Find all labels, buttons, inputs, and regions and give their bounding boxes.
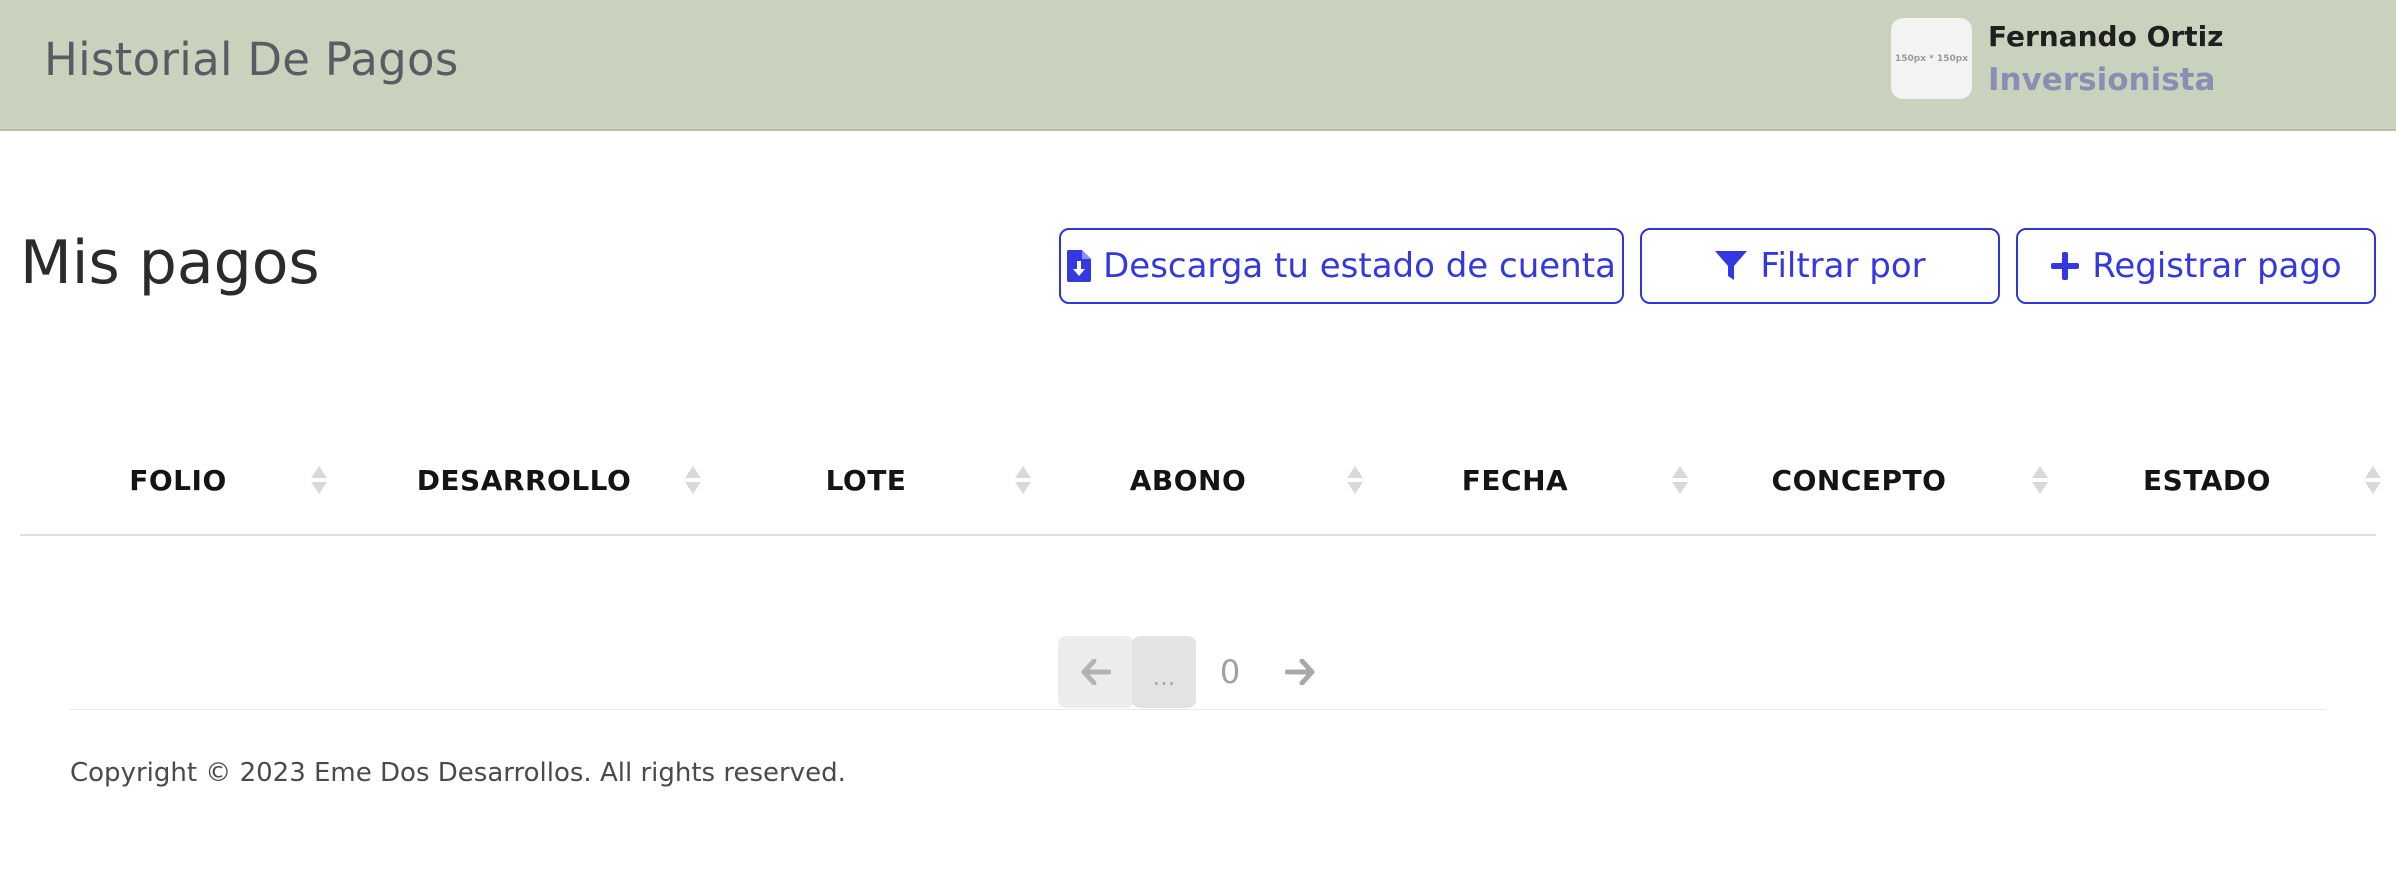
pagination-page-number[interactable]: 0 xyxy=(1212,636,1248,708)
column-label: ESTADO xyxy=(2143,463,2271,497)
column-header-fecha[interactable]: FECHA xyxy=(1360,450,1700,510)
pagination-ellipsis[interactable]: ... xyxy=(1132,636,1196,708)
sort-icon[interactable] xyxy=(1671,464,1689,496)
top-header: Historial De Pagos 150px * 150px Fernand… xyxy=(0,0,2396,131)
user-name: Fernando Ortiz xyxy=(1988,20,2224,53)
column-label: CONCEPTO xyxy=(1771,463,1947,497)
sort-icon[interactable] xyxy=(2364,464,2382,496)
user-role: Inversionista xyxy=(1988,62,2216,98)
column-header-concepto[interactable]: CONCEPTO xyxy=(1700,450,2048,510)
plus-icon xyxy=(2051,252,2080,280)
download-statement-button[interactable]: Descarga tu estado de cuenta xyxy=(1059,228,1624,304)
column-header-desarrollo[interactable]: DESARROLLO xyxy=(340,450,701,510)
arrow-left-icon xyxy=(1081,659,1111,685)
section-title: Mis pagos xyxy=(20,228,320,298)
column-header-folio[interactable]: FOLIO xyxy=(20,450,340,510)
column-label: DESARROLLO xyxy=(416,463,632,497)
avatar[interactable]: 150px * 150px xyxy=(1891,18,1972,99)
file-download-icon xyxy=(1067,250,1092,282)
footer-divider xyxy=(70,709,2326,710)
column-header-abono[interactable]: ABONO xyxy=(1020,450,1363,510)
filter-label: Filtrar por xyxy=(1760,246,1926,286)
filter-button[interactable]: Filtrar por xyxy=(1640,228,2000,304)
column-label: ABONO xyxy=(1129,463,1247,497)
funnel-icon xyxy=(1715,251,1748,280)
register-payment-button[interactable]: Registrar pago xyxy=(2016,228,2376,304)
download-statement-label: Descarga tu estado de cuenta xyxy=(1103,246,1616,286)
column-header-lote[interactable]: LOTE xyxy=(680,450,1031,510)
page-title: Historial De Pagos xyxy=(44,33,459,86)
column-label: FOLIO xyxy=(129,463,227,497)
pagination-next-button[interactable] xyxy=(1272,636,1328,708)
register-payment-label: Registrar pago xyxy=(2092,246,2342,286)
copyright-text: Copyright © 2023 Eme Dos Desarrollos. Al… xyxy=(70,758,846,788)
table-header: FOLIO DESARROLLO LOTE ABONO FECHA CONCEP… xyxy=(20,450,2381,536)
column-label: FECHA xyxy=(1461,463,1569,497)
arrow-right-icon xyxy=(1285,659,1315,685)
sort-icon[interactable] xyxy=(310,464,328,496)
pagination-prev-button[interactable] xyxy=(1058,636,1134,708)
column-label: LOTE xyxy=(825,463,907,497)
column-header-estado[interactable]: ESTADO xyxy=(2040,450,2381,510)
